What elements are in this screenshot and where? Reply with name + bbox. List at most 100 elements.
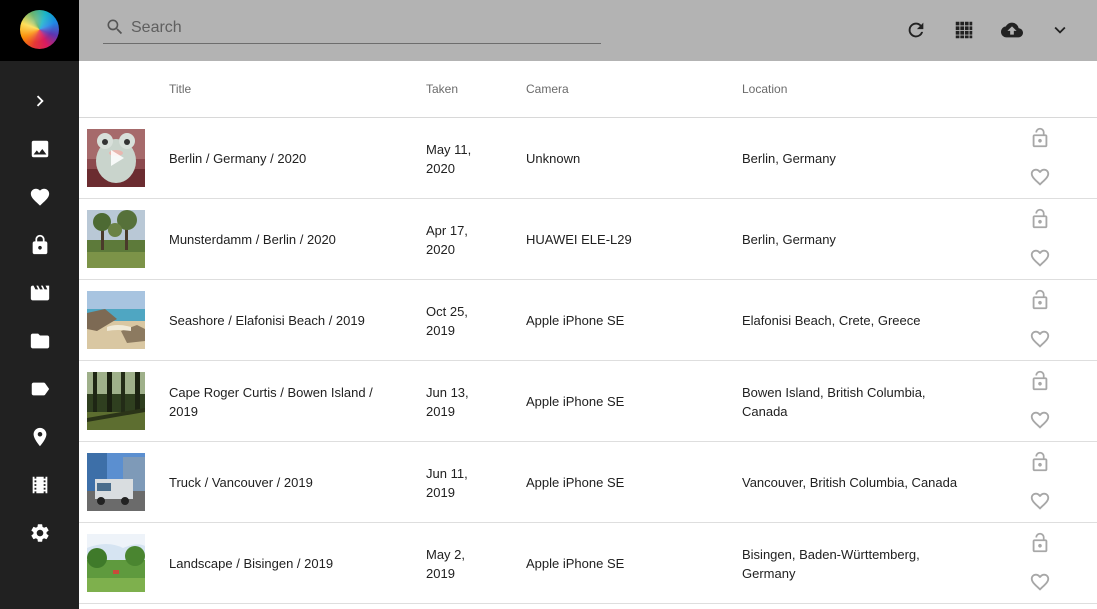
row-taken: May 2, 2019 [426, 523, 506, 604]
search-input[interactable] [131, 15, 591, 41]
photo-thumbnail[interactable] [87, 210, 145, 268]
table-row[interactable]: Seashore / Elafonisi Beach / 2019 Oct 25… [79, 280, 1097, 361]
favorite-toggle-button[interactable] [1029, 166, 1051, 188]
row-taken-date: May 2, [426, 546, 466, 562]
sidebar-item-labels[interactable] [0, 365, 79, 413]
row-camera: Apple iPhone SE [526, 556, 625, 571]
photo-thumbnail[interactable] [87, 291, 145, 349]
private-toggle-button[interactable] [1029, 370, 1051, 392]
photo-thumbnail[interactable] [87, 129, 145, 187]
table-row[interactable]: Munsterdamm / Berlin / 2020 Apr 17, 2020 … [79, 199, 1097, 280]
photo-thumbnail[interactable] [87, 534, 145, 592]
column-header-title[interactable]: Title [169, 82, 191, 96]
lock-open-icon [1032, 208, 1048, 229]
private-toggle-button[interactable] [1029, 208, 1051, 230]
search-icon [105, 17, 125, 37]
expand-menu-button[interactable] [1045, 16, 1075, 44]
row-taken: Apr 17, 2020 [426, 199, 506, 280]
column-header-location[interactable]: Location [742, 82, 787, 96]
search-field[interactable] [103, 13, 601, 44]
sidebar-item-videos[interactable] [0, 269, 79, 317]
table-row[interactable]: Truck / Vancouver / 2019 Jun 11, 2019 App… [79, 442, 1097, 523]
column-header-taken[interactable]: Taken [426, 82, 458, 96]
row-taken-date: Oct 25, [426, 303, 468, 319]
refresh-button[interactable] [901, 16, 931, 44]
sidebar-item-favorites[interactable] [0, 173, 79, 221]
heart-outline-icon [1030, 330, 1050, 348]
private-toggle-button[interactable] [1029, 289, 1051, 311]
table-row[interactable]: Landscape / Bisingen / 2019 May 2, 2019 A… [79, 523, 1097, 604]
app-logo[interactable] [20, 10, 59, 49]
row-title[interactable]: Truck / Vancouver / 2019 [169, 442, 399, 523]
lock-open-icon [1032, 127, 1048, 148]
row-title[interactable]: Seashore / Elafonisi Beach / 2019 [169, 280, 399, 361]
location-icon [33, 427, 46, 447]
table-row[interactable]: Berlin / Germany / 2020 May 11, 2020 Unkn… [79, 118, 1097, 199]
chevron-right-icon [36, 95, 44, 107]
row-taken-year: 2019 [426, 565, 455, 581]
favorite-toggle-button[interactable] [1029, 328, 1051, 350]
sidebar-item-photos[interactable] [0, 125, 79, 173]
heart-outline-icon [1030, 411, 1050, 429]
sidebar-expand-button[interactable] [0, 77, 79, 125]
row-taken: May 11, 2020 [426, 118, 506, 199]
heart-outline-icon [1030, 492, 1050, 510]
row-title[interactable]: Berlin / Germany / 2020 [169, 118, 399, 199]
favorite-toggle-button[interactable] [1029, 571, 1051, 593]
sidebar-item-settings[interactable] [0, 509, 79, 557]
favorite-toggle-button[interactable] [1029, 490, 1051, 512]
row-location: Bowen Island, British Columbia, Canada [742, 384, 926, 419]
sidebar-item-places[interactable] [0, 413, 79, 461]
row-taken-date: Apr 17, [426, 222, 468, 238]
row-location: Elafonisi Beach, Crete, Greece [742, 313, 921, 328]
film-library-icon [32, 476, 47, 494]
photo-thumbnail[interactable] [87, 453, 145, 511]
row-taken-year: 2019 [426, 403, 455, 419]
chevron-down-icon [1054, 26, 1066, 34]
lock-open-icon [1032, 289, 1048, 310]
movie-icon [30, 285, 49, 301]
gear-icon [30, 524, 49, 542]
play-icon [109, 149, 125, 167]
favorite-toggle-button[interactable] [1029, 247, 1051, 269]
label-icon [31, 382, 49, 396]
row-location: Berlin, Germany [742, 151, 836, 166]
row-camera: Apple iPhone SE [526, 475, 625, 490]
row-taken: Jun 13, 2019 [426, 361, 506, 442]
row-camera: Unknown [526, 151, 581, 166]
upload-button[interactable] [997, 16, 1027, 44]
photo-list-table: Title Taken Camera Location Berlin / Ger… [79, 61, 1097, 609]
sidebar-item-library[interactable] [0, 461, 79, 509]
row-location: Vancouver, British Columbia, Canada [742, 475, 958, 490]
row-taken: Oct 25, 2019 [426, 280, 506, 361]
row-location: Bisingen, Baden-Württemberg, Germany [742, 546, 920, 581]
photo-thumbnail[interactable] [87, 372, 145, 430]
grid-view-button[interactable] [949, 16, 979, 44]
heart-outline-icon [1030, 249, 1050, 267]
private-toggle-button[interactable] [1029, 127, 1051, 149]
row-camera: Apple iPhone SE [526, 313, 625, 328]
heart-outline-icon [1030, 573, 1050, 591]
refresh-icon [908, 22, 924, 38]
row-title[interactable]: Landscape / Bisingen / 2019 [169, 523, 399, 604]
row-title[interactable]: Cape Roger Curtis / Bowen Island / 2019 [169, 361, 399, 442]
sidebar-item-folders[interactable] [0, 317, 79, 365]
upload-icon [1001, 22, 1023, 38]
lock-open-icon [1032, 370, 1048, 391]
row-taken-year: 2019 [426, 322, 455, 338]
photo-icon [31, 140, 48, 158]
lock-icon [32, 234, 47, 255]
column-header-camera[interactable]: Camera [526, 82, 569, 96]
row-taken-date: Jun 11, [426, 465, 468, 481]
sidebar-item-private[interactable] [0, 221, 79, 269]
private-toggle-button[interactable] [1029, 451, 1051, 473]
private-toggle-button[interactable] [1029, 532, 1051, 554]
favorite-toggle-button[interactable] [1029, 409, 1051, 431]
heart-icon [30, 188, 49, 206]
logo-area [0, 0, 79, 61]
row-taken-year: 2020 [426, 160, 455, 176]
table-row[interactable]: Cape Roger Curtis / Bowen Island / 2019 … [79, 361, 1097, 442]
row-camera: HUAWEI ELE-L29 [526, 232, 632, 247]
row-title[interactable]: Munsterdamm / Berlin / 2020 [169, 199, 399, 280]
grid-view-icon [955, 21, 973, 39]
